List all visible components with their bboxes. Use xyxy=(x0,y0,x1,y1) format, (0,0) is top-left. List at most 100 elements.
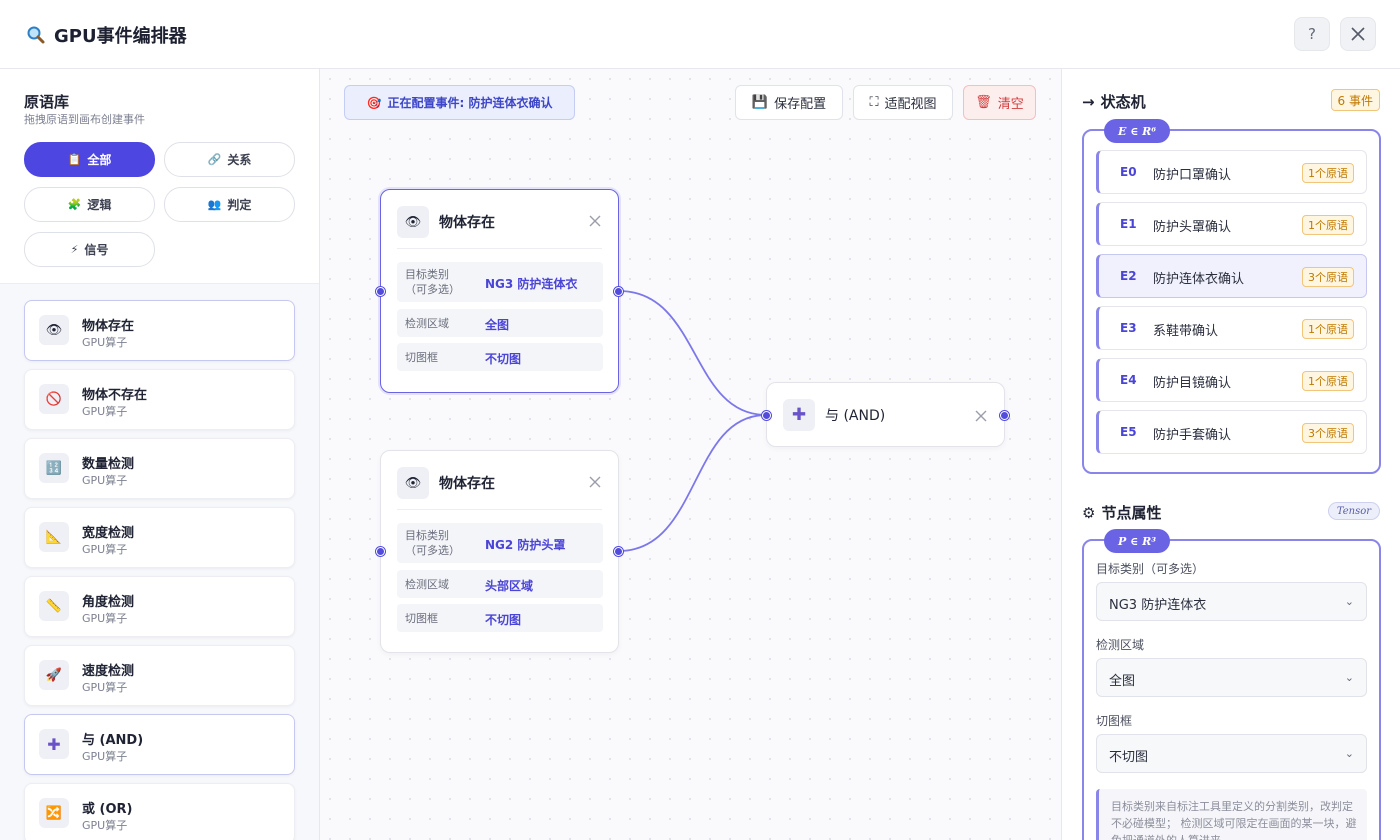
filter-signal[interactable]: ⚡ 信号 xyxy=(24,232,155,267)
eye-icon: 👁 xyxy=(39,315,69,345)
event-item-e4[interactable]: E4 防护目镜确认 1个原语 xyxy=(1096,358,1367,402)
node-param-row[interactable]: 目标类别 （可多选） NG3 防护连体衣 xyxy=(397,262,603,302)
input-port[interactable] xyxy=(376,547,385,556)
close-button[interactable] xyxy=(1340,17,1376,51)
param-label: 检测区域 xyxy=(405,317,449,330)
event-count-badge: 6 事件 xyxy=(1330,89,1380,111)
event-id: E0 xyxy=(1120,165,1137,179)
detection-area-select[interactable]: 全图 ⌄ xyxy=(1096,658,1367,697)
param-value: 全图 xyxy=(485,318,510,332)
node-header: ✚ 与 (AND) xyxy=(783,399,885,431)
node-object-exists-2[interactable]: 👁 物体存在 目标类别 （可多选） NG2 防护头罩 检测区域 头部区域 切图框… xyxy=(376,450,623,653)
operator-angle-check[interactable]: 📏 角度检测 GPU算子 xyxy=(24,576,295,637)
filter-label: 判定 xyxy=(227,198,252,212)
numbers-icon: 🔢 xyxy=(39,453,69,483)
event-name: 防护手套确认 xyxy=(1153,428,1232,443)
select-value: 全图 xyxy=(1109,674,1136,689)
event-item-e2[interactable]: E2 防护连体衣确认 3个原语 xyxy=(1096,254,1367,298)
operator-name: 物体存在 xyxy=(82,319,135,334)
close-icon[interactable] xyxy=(974,409,988,423)
filter-all[interactable]: 📋 全部 xyxy=(24,142,155,177)
close-icon[interactable] xyxy=(588,475,602,489)
node-header: 👁 物体存在 xyxy=(397,467,495,499)
operator-name: 宽度检测 xyxy=(82,526,135,541)
operator-sub: GPU算子 xyxy=(82,336,128,349)
event-item-e0[interactable]: E0 防护口罩确认 1个原语 xyxy=(1096,150,1367,194)
param-label: 切图框 xyxy=(405,612,438,625)
node-object-exists-1[interactable]: 👁 物体存在 目标类别 （可多选） NG3 防护连体衣 检测区域 全图 切图框 … xyxy=(376,189,623,393)
output-port[interactable] xyxy=(614,547,623,556)
shuffle-icon: 🔀 xyxy=(39,798,69,828)
operator-object-absent[interactable]: 🚫 物体不存在 GPU算子 xyxy=(24,369,295,430)
param-label: 检测区域 xyxy=(405,578,449,591)
event-name: 防护连体衣确认 xyxy=(1153,272,1245,287)
clipboard-icon: 📋 xyxy=(67,153,82,166)
app-title: GPU事件编排器 xyxy=(54,26,187,47)
node-title: 物体存在 xyxy=(439,476,495,492)
node-param-row[interactable]: 切图框 不切图 xyxy=(397,343,603,371)
target-class-select[interactable]: NG3 防护连体衣 ⌄ xyxy=(1096,582,1367,621)
filter-relation[interactable]: 🔗 关系 xyxy=(164,142,295,177)
output-port[interactable] xyxy=(614,287,623,296)
event-item-e3[interactable]: E3 系鞋带确认 1个原语 xyxy=(1096,306,1367,350)
event-id: E2 xyxy=(1120,269,1137,283)
event-space-label: E ∈ R⁶ xyxy=(1104,119,1171,143)
event-name: 防护头罩确认 xyxy=(1153,220,1232,235)
node-param-row[interactable]: 目标类别 （可多选） NG2 防护头罩 xyxy=(397,523,603,563)
filter-label: 逻辑 xyxy=(87,198,112,212)
operator-sub: GPU算子 xyxy=(82,543,128,556)
plus-icon: ✚ xyxy=(39,729,69,759)
help-label: ? xyxy=(1308,25,1316,43)
canvas[interactable]: 🎯 正在配置事件: 防护连体衣确认 💾 保存配置 ⛶ 适配视图 🗑 清空 👁 物… xyxy=(320,69,1061,840)
param-space-label: P ∈ R³ xyxy=(1104,529,1171,553)
eye-icon: 👁 xyxy=(397,206,429,238)
filter-judgement[interactable]: 👥 判定 xyxy=(164,187,295,222)
param-value: NG2 防护头罩 xyxy=(485,538,566,552)
select-value: 不切图 xyxy=(1109,750,1149,765)
link-icon: 🔗 xyxy=(207,153,222,166)
chevron-down-icon: ⌄ xyxy=(1344,595,1354,608)
primitive-count-badge: 3个原语 xyxy=(1302,423,1354,443)
library-header: 原语库 拖拽原语到画布创建事件 📋 全部 🔗 关系 🧩 逻辑 👥 判定 ⚡ 信号 xyxy=(0,69,319,284)
node-and[interactable]: ✚ 与 (AND) xyxy=(762,382,1009,447)
node-param-row[interactable]: 检测区域 头部区域 xyxy=(397,570,603,598)
triangle-ruler-icon: 📐 xyxy=(39,522,69,552)
help-button[interactable]: ? xyxy=(1294,17,1330,51)
node-param-row[interactable]: 检测区域 全图 xyxy=(397,309,603,337)
arrow-right-icon: → xyxy=(1082,92,1095,111)
node-header: 👁 物体存在 xyxy=(397,206,495,238)
chevron-down-icon: ⌄ xyxy=(1344,671,1354,684)
close-icon[interactable] xyxy=(588,214,602,228)
gear-icon: ⚙ xyxy=(1082,503,1096,522)
event-item-e5[interactable]: E5 防护手套确认 3个原语 xyxy=(1096,410,1367,454)
node-param-row[interactable]: 切图框 不切图 xyxy=(397,604,603,632)
input-port[interactable] xyxy=(762,411,771,420)
node-props-frame: P ∈ R³ 目标类别（可多选） NG3 防护连体衣 ⌄ 检测区域 全图 ⌄ 切… xyxy=(1082,529,1381,840)
input-port[interactable] xyxy=(376,287,385,296)
operator-or[interactable]: 🔀 或 (OR) GPU算子 xyxy=(24,783,295,840)
operator-count-check[interactable]: 🔢 数量检测 GPU算子 xyxy=(24,438,295,499)
operator-width-check[interactable]: 📐 宽度检测 GPU算子 xyxy=(24,507,295,568)
field-label: 目标类别（可多选） xyxy=(1096,562,1205,576)
operator-speed-check[interactable]: 🚀 速度检测 GPU算子 xyxy=(24,645,295,706)
close-icon xyxy=(1351,27,1365,41)
primitive-count-badge: 1个原语 xyxy=(1302,371,1354,391)
crop-box-select[interactable]: 不切图 ⌄ xyxy=(1096,734,1367,773)
ruler-icon: 📏 xyxy=(39,591,69,621)
operator-object-exists[interactable]: 👁 物体存在 GPU算子 xyxy=(24,300,295,361)
operator-and[interactable]: ✚ 与 (AND) GPU算子 xyxy=(24,714,295,775)
people-icon: 👥 xyxy=(207,198,222,211)
prohibited-icon: 🚫 xyxy=(39,384,69,414)
library-subtitle: 拖拽原语到画布创建事件 xyxy=(24,113,145,126)
select-value: NG3 防护连体衣 xyxy=(1109,598,1207,613)
event-item-e1[interactable]: E1 防护头罩确认 1个原语 xyxy=(1096,202,1367,246)
filter-logic[interactable]: 🧩 逻辑 xyxy=(24,187,155,222)
param-label: 目标类别 （可多选） xyxy=(405,268,460,296)
lightning-icon: ⚡ xyxy=(70,243,79,256)
library-title: 原语库 xyxy=(24,93,70,111)
event-id: E1 xyxy=(1120,217,1137,231)
filter-label: 关系 xyxy=(227,153,252,167)
node-divider xyxy=(397,248,602,249)
output-port[interactable] xyxy=(1000,411,1009,420)
hint-note: 目标类别来自标注工具里定义的分割类别，改判定不必碰模型； 检测区域可限定在画面的… xyxy=(1096,789,1367,840)
